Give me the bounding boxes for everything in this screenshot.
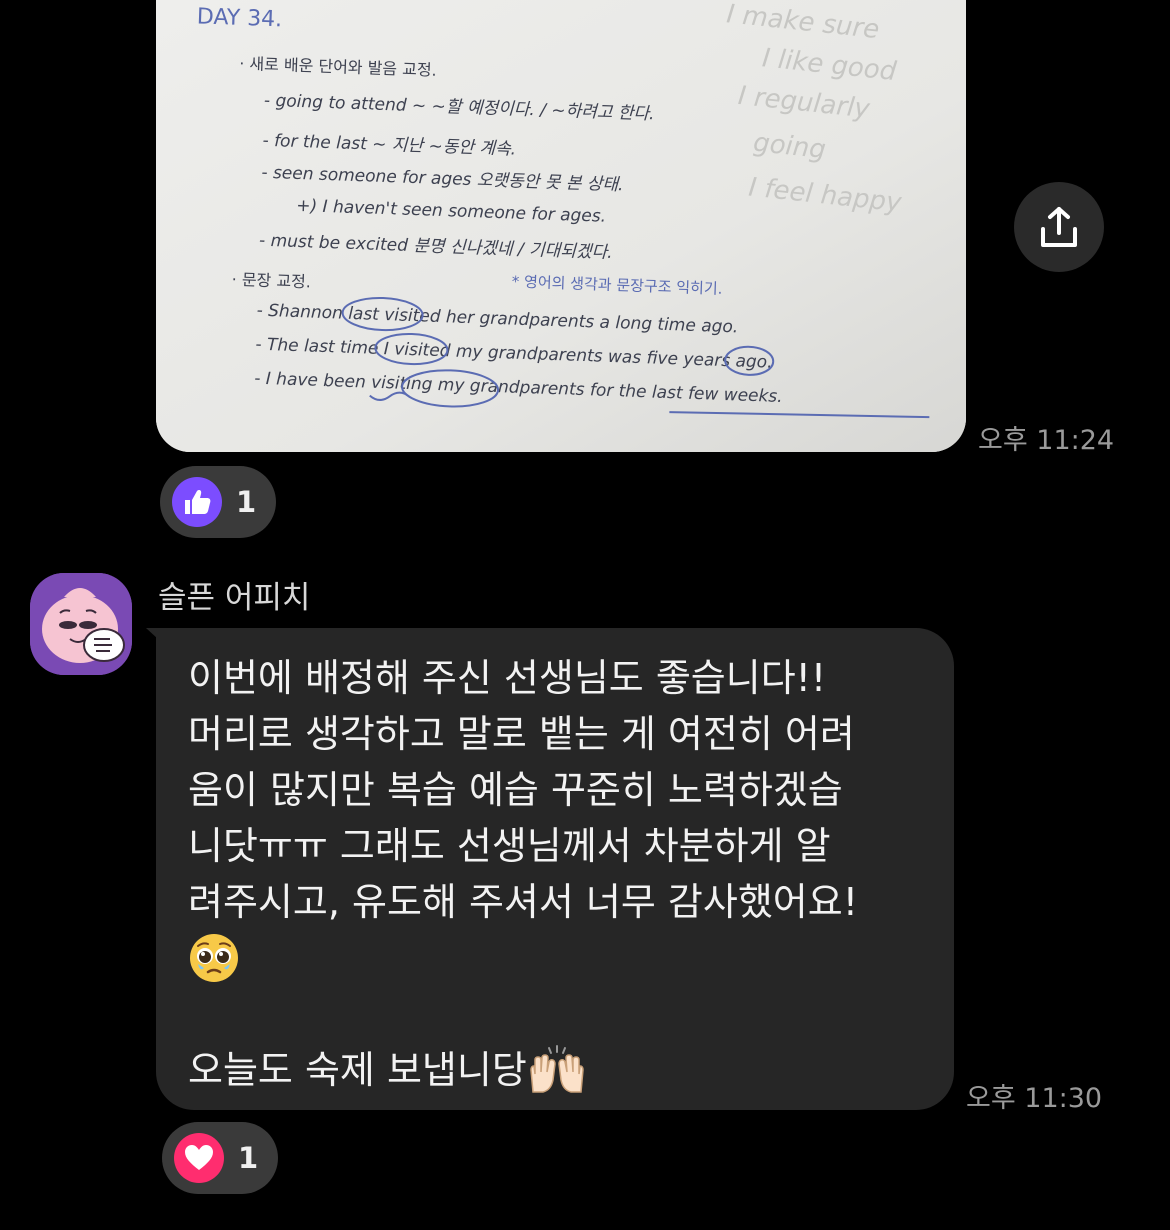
reaction-heart[interactable]: 1 — [162, 1122, 278, 1194]
share-button[interactable] — [1014, 182, 1104, 272]
message-line: 오늘도 숙제 보냅니당 — [188, 1048, 527, 1092]
message-line-last: 오늘도 숙제 보냅니당 — [188, 1042, 924, 1098]
handwritten-note-photo: I make sure I like good I regularly goin… — [156, 0, 966, 452]
message-line: 이번에 배정해 주신 선생님도 좋습니다!! — [188, 656, 827, 700]
share-icon — [1041, 207, 1077, 247]
message-bubble[interactable]: 이번에 배정해 주신 선생님도 좋습니다!! 머리로 생각하고 말로 뱉는 게 … — [156, 628, 954, 1110]
sender-avatar[interactable] — [30, 573, 132, 675]
reaction-like[interactable]: 1 — [160, 466, 276, 538]
heart-icon — [174, 1133, 224, 1183]
raising-hands-emoji — [527, 1044, 587, 1096]
photo-message[interactable]: I make sure I like good I regularly goin… — [156, 0, 966, 452]
note-line: · 문장 교정. — [231, 270, 311, 292]
message-line: 머리로 생각하고 말로 뱉는 게 여전히 어려 — [188, 712, 855, 756]
message-line: 움이 많지만 복습 예습 꾸준히 노력하겠습 — [188, 768, 843, 812]
pleading-face-emoji — [188, 932, 240, 984]
message-time: 오후 11:30 — [966, 1083, 1103, 1114]
message-time: 오후 11:24 — [978, 425, 1115, 456]
message-line: 니닷ㅠㅠ 그래도 선생님께서 차분하게 알 — [188, 824, 831, 868]
note-line: DAY 34. — [196, 4, 282, 32]
sender-name: 슬픈 어피치 — [158, 580, 311, 616]
reaction-count: 1 — [238, 1141, 259, 1175]
emoji-line — [188, 930, 924, 986]
message-line: 려주시고, 유도해 주셔서 너무 감사했어요! — [188, 880, 858, 924]
apeach-avatar — [30, 573, 132, 675]
thumbs-up-icon — [172, 477, 222, 527]
reaction-count: 1 — [236, 485, 257, 519]
